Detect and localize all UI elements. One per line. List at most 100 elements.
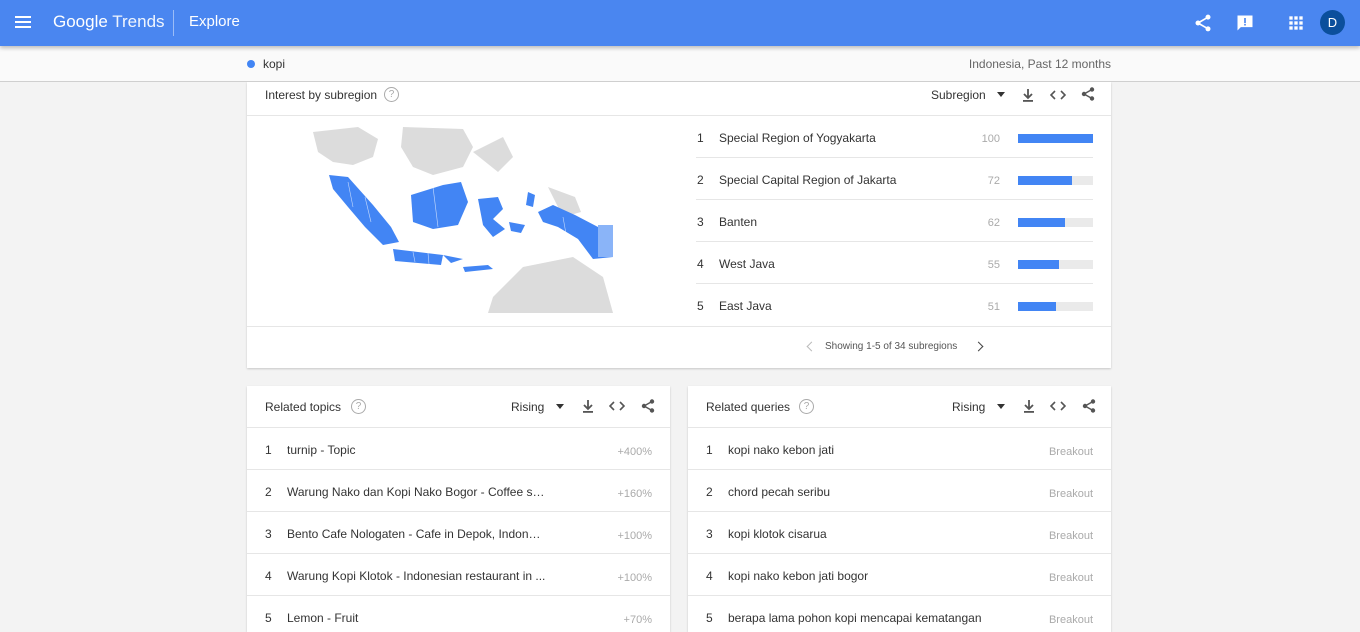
search-term[interactable]: kopi	[263, 57, 285, 71]
indonesia-choropleth-map[interactable]	[313, 127, 613, 313]
interest-bar-track	[1018, 218, 1093, 227]
row-rank: 2	[697, 173, 704, 187]
embed-code-icon[interactable]	[1050, 398, 1066, 414]
top-app-bar: Google Trends Explore D	[0, 0, 1360, 46]
help-icon[interactable]: ?	[351, 399, 366, 414]
topic-row[interactable]: 1 turnip - Topic +400%	[247, 428, 670, 470]
related-queries-card: Related queries ? Rising 1 kopi nako kebo…	[688, 386, 1111, 632]
pagination-text: Showing 1-5 of 34 subregions	[825, 341, 958, 352]
interest-bar-track	[1018, 134, 1093, 143]
interest-bar-fill	[1018, 218, 1065, 227]
row-rank: 5	[265, 611, 272, 625]
query-text[interactable]: berapa lama pohon kopi mencapai kematang…	[728, 611, 988, 625]
row-rank: 1	[706, 443, 713, 457]
subregion-row[interactable]: 4 West Java 55	[696, 242, 1093, 284]
rising-dropdown[interactable]: Rising	[511, 400, 544, 414]
share-icon[interactable]	[1080, 86, 1096, 102]
growth-value: +400%	[617, 446, 652, 458]
download-icon[interactable]	[1021, 398, 1037, 414]
previous-page-icon[interactable]	[806, 341, 817, 352]
growth-value: +100%	[617, 572, 652, 584]
download-icon[interactable]	[1020, 87, 1036, 103]
subregion-name: Banten	[719, 215, 758, 229]
embed-code-icon[interactable]	[1050, 87, 1066, 103]
share-icon[interactable]	[1081, 398, 1097, 414]
interest-bar-track	[1018, 176, 1093, 185]
growth-value: Breakout	[1048, 488, 1093, 500]
interest-bar-fill	[1018, 260, 1060, 269]
next-page-icon[interactable]	[973, 341, 984, 352]
row-rank: 2	[706, 485, 713, 499]
subregion-row[interactable]: 5 East Java 51	[696, 284, 1093, 326]
subregion-name: West Java	[719, 257, 775, 271]
query-row[interactable]: 1 kopi nako kebon jati Breakout	[688, 428, 1111, 470]
feedback-icon[interactable]	[1235, 13, 1255, 33]
card-title: Related queries	[706, 400, 791, 414]
header-divider	[173, 10, 174, 36]
download-icon[interactable]	[580, 398, 596, 414]
subregion-name: Special Capital Region of Jakarta	[719, 173, 897, 187]
topic-name[interactable]: Lemon - Fruit	[287, 611, 547, 625]
row-rank: 1	[265, 443, 272, 457]
topic-name[interactable]: Warung Kopi Klotok - Indonesian restaura…	[287, 569, 547, 583]
comparison-bar: kopi Indonesia, Past 12 months	[0, 46, 1360, 82]
interest-value: 100	[981, 133, 1000, 145]
query-text[interactable]: kopi klotok cisarua	[728, 527, 988, 541]
menu-icon[interactable]	[14, 13, 32, 33]
subregion-name: East Java	[719, 299, 772, 313]
account-avatar[interactable]: D	[1320, 10, 1345, 35]
interest-bar-fill	[1018, 302, 1057, 311]
growth-value: Breakout	[1048, 446, 1093, 458]
dropdown-arrow-icon[interactable]	[556, 404, 564, 409]
growth-value: +70%	[623, 614, 652, 626]
growth-value: Breakout	[1048, 572, 1093, 584]
growth-value: Breakout	[1048, 614, 1093, 626]
interest-value: 72	[987, 175, 1000, 187]
row-rank: 1	[697, 131, 704, 145]
page-title: Explore	[189, 13, 240, 30]
dropdown-arrow-icon[interactable]	[997, 404, 1005, 409]
logo-product-text: Trends	[112, 12, 165, 31]
help-icon[interactable]: ?	[799, 399, 814, 414]
subregion-row[interactable]: 3 Banten 62	[696, 200, 1093, 242]
row-rank: 4	[706, 569, 713, 583]
topic-row[interactable]: 4 Warung Kopi Klotok - Indonesian restaur…	[247, 554, 670, 596]
apps-grid-icon[interactable]	[1286, 13, 1306, 33]
embed-code-icon[interactable]	[609, 398, 625, 414]
growth-value: +100%	[617, 530, 652, 542]
row-rank: 4	[697, 257, 704, 271]
row-rank: 3	[265, 527, 272, 541]
topic-row[interactable]: 3 Bento Cafe Nologaten - Cafe in Depok, I…	[247, 512, 670, 554]
dropdown-arrow-icon[interactable]	[997, 92, 1005, 97]
growth-value: +160%	[617, 488, 652, 500]
interest-bar-fill	[1018, 134, 1093, 143]
rising-dropdown[interactable]: Rising	[952, 400, 985, 414]
subregion-row[interactable]: 2 Special Capital Region of Jakarta 72	[696, 158, 1093, 200]
topic-row[interactable]: 2 Warung Nako dan Kopi Nako Bogor - Coffe…	[247, 470, 670, 512]
help-icon[interactable]: ?	[384, 87, 399, 102]
card-title: Related topics	[265, 400, 342, 414]
interest-value: 55	[987, 259, 1000, 271]
interest-bar-track	[1018, 260, 1093, 269]
query-row[interactable]: 4 kopi nako kebon jati bogor Breakout	[688, 554, 1111, 596]
query-row[interactable]: 3 kopi klotok cisarua Breakout	[688, 512, 1111, 554]
query-row[interactable]: 5 berapa lama pohon kopi mencapai kematan…	[688, 596, 1111, 632]
row-rank: 4	[265, 569, 272, 583]
query-text[interactable]: kopi nako kebon jati	[728, 443, 988, 457]
query-row[interactable]: 2 chord pecah seribu Breakout	[688, 470, 1111, 512]
growth-value: Breakout	[1048, 530, 1093, 542]
topic-name[interactable]: Bento Cafe Nologaten - Cafe in Depok, In…	[287, 527, 547, 541]
share-icon[interactable]	[640, 398, 656, 414]
subregion-dropdown[interactable]: Subregion	[931, 88, 986, 102]
query-text[interactable]: chord pecah seribu	[728, 485, 988, 499]
share-icon[interactable]	[1193, 13, 1213, 33]
topic-name[interactable]: Warung Nako dan Kopi Nako Bogor - Coffee…	[287, 485, 547, 499]
google-trends-logo[interactable]: Google Trends	[53, 12, 165, 32]
query-text[interactable]: kopi nako kebon jati bogor	[728, 569, 988, 583]
subregion-row[interactable]: 1 Special Region of Yogyakarta 100	[696, 116, 1093, 158]
row-rank: 5	[697, 299, 704, 313]
topic-row[interactable]: 5 Lemon - Fruit +70%	[247, 596, 670, 632]
topic-name[interactable]: turnip - Topic	[287, 443, 547, 457]
row-rank: 5	[706, 611, 713, 625]
interest-by-subregion-card: Interest by subregion ? Subregion 1 Spec…	[247, 82, 1111, 368]
